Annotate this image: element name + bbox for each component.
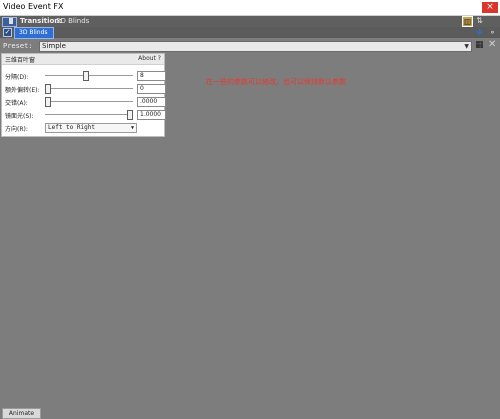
slider-thumb[interactable] — [127, 110, 133, 120]
plugin-enable-checkbox[interactable]: ✓ — [3, 28, 12, 37]
close-button[interactable]: × — [482, 2, 498, 13]
plugin-chain-row: ✓ 3D Blinds — [0, 27, 500, 39]
param-label: 交错(A): — [5, 100, 28, 107]
chevron-down-icon: ▼ — [130, 125, 134, 131]
add-plugin-icon[interactable]: ⚬ — [488, 28, 497, 37]
slider-thumb[interactable] — [45, 84, 51, 94]
preset-value: Simple — [42, 42, 66, 50]
direction-value: Left to Right — [48, 124, 95, 131]
param-value-input[interactable]: 0 — [137, 84, 166, 94]
param-value-input[interactable]: 1.0000 — [137, 110, 166, 120]
preset-row: Preset: Simple ▼ — [0, 39, 500, 53]
param-value-input[interactable]: 8 — [137, 71, 166, 81]
param-slider[interactable] — [45, 101, 133, 102]
param-slider[interactable] — [45, 88, 133, 89]
param-row: 额外偏转(E): 0 — [2, 82, 166, 95]
slider-thumb[interactable] — [82, 71, 89, 81]
param-row: 镜面光(S): 1.0000 — [2, 108, 166, 121]
param-value-input[interactable]: .0000 — [137, 97, 166, 107]
title-bar: Video Event FX × — [0, 0, 500, 16]
param-label: 镜面光(S): — [5, 113, 34, 120]
param-label: 额外偏转(E): — [5, 87, 40, 94]
annotation-text: 在一些的参数可以修改，也可以保持默认参数 — [206, 78, 346, 86]
slider-thumb[interactable] — [45, 97, 51, 107]
param-row: 交错(A): .0000 — [2, 95, 166, 108]
plugin-chooser-icon[interactable]: ▥ — [462, 16, 473, 27]
window-title: Video Event FX — [3, 2, 64, 11]
param-slider[interactable] — [45, 114, 133, 115]
preset-dropdown[interactable]: Simple ▼ — [39, 41, 472, 52]
chevron-down-icon: ▼ — [464, 43, 469, 50]
panel-title: 三维百叶窗 — [5, 57, 36, 64]
plugin-chain-button[interactable]: 3D Blinds — [14, 27, 54, 39]
param-row: 分隔(D): 8 — [2, 69, 166, 82]
param-label: 分隔(D): — [5, 74, 29, 81]
transition-value: 3D Blinds — [56, 17, 90, 25]
animate-button[interactable]: Animate — [2, 408, 41, 419]
direction-row: 方向(R): Left to Right ▼ — [2, 121, 164, 134]
save-preset-icon[interactable]: ▦ — [475, 41, 484, 50]
direction-label: 方向(R): — [5, 126, 28, 133]
transition-row: Transition: 3D Blinds — [0, 16, 500, 27]
plugin-panel: 三维百叶窗 About ? 分隔(D): 8 额外偏转(E): 0 交错(A):… — [1, 53, 166, 137]
about-button[interactable]: About ? — [138, 55, 161, 62]
transition-sub-icon — [9, 18, 13, 24]
delete-preset-icon[interactable]: ✕ — [488, 40, 497, 50]
direction-dropdown[interactable]: Left to Right ▼ — [45, 123, 137, 133]
param-slider[interactable] — [45, 75, 133, 76]
split-screen-icon[interactable]: ⇅ — [475, 16, 484, 25]
move-plugin-icon[interactable]: ✥ — [475, 28, 484, 37]
preset-label: Preset: — [3, 42, 33, 50]
panel-header: 三维百叶窗 About ? — [2, 54, 164, 65]
